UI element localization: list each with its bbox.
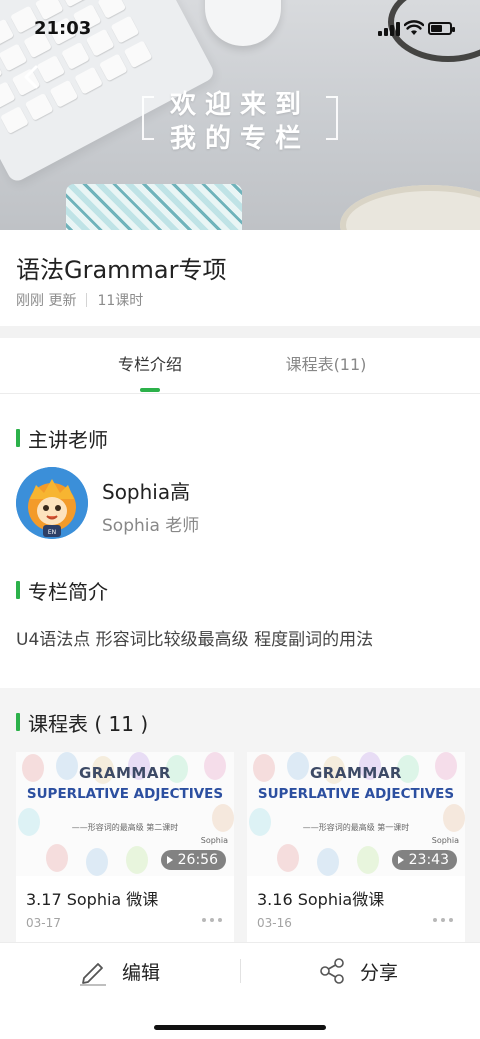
column-header: 语法Grammar专项 刚刚 更新 11课时 <box>0 230 480 326</box>
status-time: 21:03 <box>34 18 92 39</box>
tab-course-schedule[interactable]: 课程表(11) <box>246 338 406 394</box>
notebook-decoration <box>66 184 242 230</box>
play-icon <box>397 856 404 864</box>
banner-line-1: 欢迎来到 <box>169 90 310 120</box>
banner-welcome-text: 欢迎来到 我的专栏 <box>142 84 338 154</box>
thumb-author: Sophia <box>200 836 228 845</box>
edit-button[interactable]: 编辑 <box>78 943 160 999</box>
course-date: 03-16 <box>257 916 292 930</box>
thumb-subheading: SUPERLATIVE ADJECTIVES <box>26 786 224 802</box>
section-gap <box>0 326 480 338</box>
share-label: 分享 <box>360 961 399 984</box>
intro-text: U4语法点 形容词比较级最高级 程度副词的用法 <box>16 630 374 650</box>
banner-line-2: 我的专栏 <box>169 124 310 154</box>
course-title: 3.16 Sophia微课 <box>257 890 385 909</box>
chevron-left-icon[interactable] <box>18 62 46 92</box>
header-banner: 欢迎来到 我的专栏 21:03 <box>0 0 480 230</box>
ellipsis-icon[interactable] <box>202 916 224 924</box>
duration-text: 23:43 <box>408 852 449 868</box>
column-meta: 刚刚 更新 11课时 <box>16 290 143 310</box>
course-card[interactable]: GRAMMAR SUPERLATIVE ADJECTIVES ——形容词的最高级… <box>16 752 234 942</box>
thumb-heading: GRAMMAR <box>310 764 402 782</box>
lesson-count: 11课时 <box>97 293 144 309</box>
bottom-divider <box>240 959 241 983</box>
duration-badge: 26:56 <box>160 850 226 870</box>
bottom-action-bar: 编辑 分享 <box>0 942 480 1039</box>
course-date: 03-17 <box>26 916 61 930</box>
battery-icon <box>428 22 455 35</box>
thumb-author: Sophia <box>431 836 459 845</box>
avatar-badge: EN <box>48 529 56 536</box>
share-nodes-icon <box>320 958 344 984</box>
teacher-section-heading: 主讲老师 <box>16 424 108 453</box>
tab-bar: 专栏介绍 课程表(11) <box>0 338 480 394</box>
course-card[interactable]: GRAMMAR SUPERLATIVE ADJECTIVES ——形容词的最高级… <box>247 752 465 942</box>
edit-label: 编辑 <box>122 961 161 984</box>
course-thumbnail: GRAMMAR SUPERLATIVE ADJECTIVES ——形容词的最高级… <box>16 752 234 876</box>
thumb-caption: ——形容词的最高级 第二课时 <box>71 823 179 832</box>
pencil-icon <box>80 963 106 986</box>
duration-badge: 23:43 <box>391 850 457 870</box>
active-tab-indicator <box>140 388 160 392</box>
teacher-name[interactable]: Sophia高 <box>102 476 190 505</box>
tab-column-intro[interactable]: 专栏介绍 <box>70 338 230 394</box>
teacher-role: Sophia 老师 <box>102 516 200 536</box>
course-title: 3.17 Sophia 微课 <box>26 890 159 909</box>
status-bar: 21:03 <box>0 0 480 56</box>
course-thumbnail: GRAMMAR SUPERLATIVE ADJECTIVES ——形容词的最高级… <box>247 752 465 876</box>
home-indicator[interactable] <box>154 1025 326 1030</box>
ellipsis-icon[interactable] <box>433 916 455 924</box>
thumb-heading: GRAMMAR <box>79 764 171 782</box>
coffee-cup-decoration <box>340 185 480 230</box>
meta-divider <box>86 293 88 307</box>
wifi-icon <box>404 20 424 35</box>
cellular-signal-icon <box>378 22 402 36</box>
avatar[interactable]: EN <box>16 467 88 539</box>
intro-section-heading: 专栏简介 <box>16 576 108 605</box>
updated-label: 刚刚 更新 <box>16 293 77 309</box>
duration-text: 26:56 <box>177 852 218 868</box>
thumb-subheading: SUPERLATIVE ADJECTIVES <box>257 786 455 802</box>
share-button[interactable]: 分享 <box>318 943 398 999</box>
play-icon <box>166 856 173 864</box>
column-title: 语法Grammar专项 <box>16 256 227 284</box>
schedule-section-heading: 课程表 ( 11 ) <box>16 708 148 737</box>
thumb-caption: ——形容词的最高级 第一课时 <box>302 823 410 832</box>
